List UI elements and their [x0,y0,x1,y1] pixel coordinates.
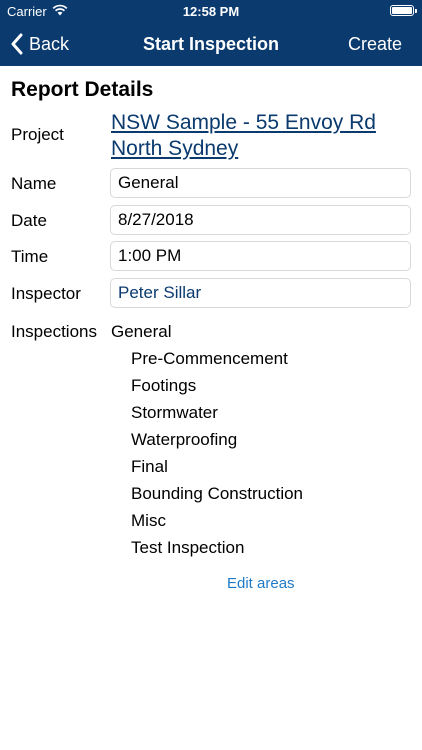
status-time: 12:58 PM [182,4,240,19]
header: Carrier 12:58 PM Back Start Inspection C… [0,0,422,66]
name-label: Name [11,174,57,193]
date-field[interactable]: 8/27/2018 [110,205,411,235]
inspection-area-item[interactable]: Misc [131,511,166,531]
inspection-area-item[interactable]: Pre-Commencement [131,349,288,369]
inspection-group-title: General [111,322,172,341]
time-field[interactable]: 1:00 PM [110,241,411,271]
battery-icon [390,5,417,16]
create-button[interactable]: Create [348,34,402,55]
inspection-area-item[interactable]: Footings [131,376,196,396]
inspector-field[interactable]: Peter Sillar [110,278,411,308]
project-label: Project [11,125,64,144]
inspection-area-item[interactable]: Final [131,457,168,477]
time-label: Time [11,247,49,266]
inspection-area-item[interactable]: Waterproofing [131,430,237,450]
name-field[interactable]: General [110,168,411,198]
inspections-label: Inspections [11,322,97,341]
inspection-area-item[interactable]: Test Inspection [131,538,244,558]
section-title: Report Details [11,78,154,101]
inspection-area-item[interactable]: Stormwater [131,403,218,423]
inspector-label: Inspector [11,284,81,303]
status-bar: Carrier 12:58 PM [0,0,422,22]
project-link[interactable]: NSW Sample - 55 Envoy Rd North Sydney [111,110,411,162]
navigation-bar: Back Start Inspection Create [0,22,422,66]
date-label: Date [11,211,47,230]
edit-areas-link[interactable]: Edit areas [227,575,295,592]
inspection-area-item[interactable]: Bounding Construction [131,484,303,504]
